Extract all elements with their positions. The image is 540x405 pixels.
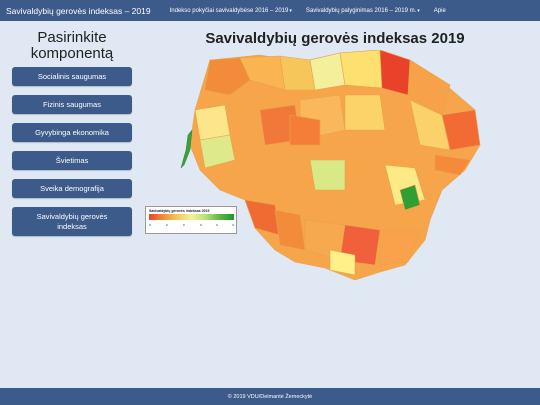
map-region [309,52,346,91]
button-wellbeing-index[interactable]: Savivaldybių gerovės indeksas [12,207,132,236]
footer: © 2019 VDU/Deimantė Žemeckytė [0,388,540,405]
legend-tick: 0 [216,223,218,227]
button-social-security[interactable]: Socialinis saugumas [12,67,132,86]
nav-link-comparison-label: Savivaldybių palyginimas 2016 – 2019 m. [305,7,417,14]
map-region [339,49,383,89]
button-physical-security[interactable]: Fizinis saugumas [12,95,132,114]
legend-tick: 0 [149,223,151,227]
button-demography[interactable]: Sveika demografija [12,179,132,198]
legend-tick: 0 [232,223,234,227]
map-region [279,55,316,91]
chevron-down-icon: ▾ [289,7,292,14]
legend-ticks: 0 0 0 0 0 0 [149,222,234,230]
legend-tick: 0 [166,223,168,227]
lithuania-map [180,49,481,281]
map-region [289,114,321,146]
legend-color-scale [149,214,234,220]
map-title: Savivaldybių gerovės indeksas 2019 [205,30,465,47]
navbar-brand[interactable]: Savivaldybių gerovės indeksas – 2019 [0,6,163,16]
map-region [244,199,281,236]
legend-tick: 0 [200,223,202,227]
map-region [194,104,231,141]
nav-link-changes-label: Indekso pokyčiai savivaldybėse 2016 – 20… [169,7,289,14]
button-education[interactable]: Švietimas [12,151,132,170]
chevron-down-icon: ▾ [417,7,420,14]
map-legend: Savivaldybių gerovės indeksas 2019 0 0 0… [145,206,237,234]
map-region [379,49,411,96]
nav-link-about[interactable]: Apie [427,8,453,14]
nav-link-changes[interactable]: Indekso pokyčiai savivaldybėse 2016 – 20… [163,8,299,14]
sidebar-title: Pasirinkite komponentą [30,29,114,62]
legend-tick: 0 [183,223,185,227]
map-region [344,94,386,131]
legend-title: Savivaldybių gerovės indeksas 2019 [149,209,210,213]
button-economy[interactable]: Gyvybinga ekonomika [12,123,132,142]
choropleth-map [180,49,490,285]
footer-text: © 2019 VDU/Deimantė Žemeckytė [227,393,313,400]
nav-link-comparison[interactable]: Savivaldybių palyginimas 2016 – 2019 m.▾ [299,8,427,14]
top-navbar: Savivaldybių gerovės indeksas – 2019 Ind… [0,0,540,21]
map-region [309,159,346,191]
map-region [180,129,193,169]
